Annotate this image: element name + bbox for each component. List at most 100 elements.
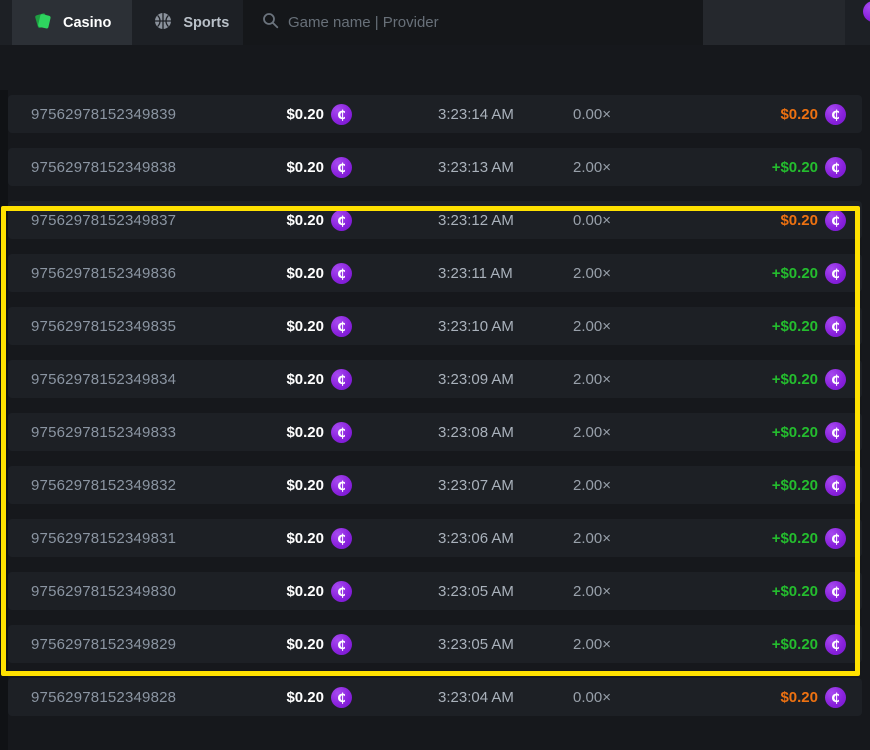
bet-amount: $0.20 ₵ [220,201,352,239]
bet-amount-value: $0.20 [286,636,324,653]
coin-icon: ₵ [331,157,352,178]
top-nav: Casino Sports ₵ [0,0,870,45]
bet-payout: +$0.20 ₵ [772,254,846,292]
bet-row[interactable]: 97562978152349837 $0.20 ₵ 3:23:12 AM 0.0… [8,201,862,239]
bet-amount-value: $0.20 [286,583,324,600]
bet-amount: $0.20 ₵ [220,254,352,292]
tab-sports[interactable]: Sports [132,0,250,45]
bet-amount: $0.20 ₵ [220,307,352,345]
bet-time: 3:23:09 AM [438,360,514,398]
bet-row[interactable]: 97562978152349831 $0.20 ₵ 3:23:06 AM 2.0… [8,519,862,557]
bet-time: 3:23:13 AM [438,148,514,186]
bet-multiplier: 2.00× [573,519,611,557]
bet-multiplier: 2.00× [573,413,611,451]
bet-row[interactable]: 97562978152349836 $0.20 ₵ 3:23:11 AM 2.0… [8,254,862,292]
bet-amount-value: $0.20 [286,265,324,282]
bet-row[interactable]: 97562978152349839 $0.20 ₵ 3:23:14 AM 0.0… [8,95,862,133]
bet-row[interactable]: 97562978152349833 $0.20 ₵ 3:23:08 AM 2.0… [8,413,862,451]
bet-amount-value: $0.20 [286,530,324,547]
bet-row[interactable]: 97562978152349838 $0.20 ₵ 3:23:13 AM 2.0… [8,148,862,186]
bet-amount: $0.20 ₵ [220,95,352,133]
coin-icon: ₵ [331,581,352,602]
coin-icon: ₵ [825,369,846,390]
bet-rows-container: 97562978152349839 $0.20 ₵ 3:23:14 AM 0.0… [0,95,870,716]
bet-payout-value: +$0.20 [772,265,818,282]
coin-icon: ₵ [825,581,846,602]
bet-row[interactable]: 97562978152349835 $0.20 ₵ 3:23:10 AM 2.0… [8,307,862,345]
coin-icon: ₵ [825,422,846,443]
bet-id: 97562978152349838 [31,148,176,186]
bet-amount-value: $0.20 [286,477,324,494]
coin-icon: ₵ [331,263,352,284]
bet-id: 97562978152349839 [31,95,176,133]
bet-payout: +$0.20 ₵ [772,307,846,345]
bet-row[interactable]: 97562978152349829 $0.20 ₵ 3:23:05 AM 2.0… [8,625,862,663]
bet-multiplier: 2.00× [573,360,611,398]
bet-time: 3:23:08 AM [438,413,514,451]
bet-id: 97562978152349836 [31,254,176,292]
bet-multiplier: 2.00× [573,307,611,345]
bet-payout: +$0.20 ₵ [772,413,846,451]
bet-amount: $0.20 ₵ [220,360,352,398]
coin-icon: ₵ [331,316,352,337]
bet-payout: $0.20 ₵ [780,201,846,239]
bet-multiplier: 0.00× [573,95,611,133]
coin-icon: ₵ [825,634,846,655]
bet-amount-value: $0.20 [286,689,324,706]
bet-time: 3:23:04 AM [438,678,514,716]
balance-coin-icon[interactable]: ₵ [863,1,870,22]
coin-icon: ₵ [331,104,352,125]
bet-id: 97562978152349835 [31,307,176,345]
bet-multiplier: 2.00× [573,466,611,504]
bet-row[interactable]: 97562978152349830 $0.20 ₵ 3:23:05 AM 2.0… [8,572,862,610]
bet-payout-value: +$0.20 [772,159,818,176]
coin-icon: ₵ [331,475,352,496]
bet-amount: $0.20 ₵ [220,625,352,663]
coin-icon: ₵ [825,316,846,337]
bet-row[interactable]: 97562978152349834 $0.20 ₵ 3:23:09 AM 2.0… [8,360,862,398]
bet-id: 97562978152349832 [31,466,176,504]
bet-id: 97562978152349834 [31,360,176,398]
bet-amount-value: $0.20 [286,371,324,388]
bet-time: 3:23:05 AM [438,625,514,663]
bet-id: 97562978152349833 [31,413,176,451]
bet-amount: $0.20 ₵ [220,466,352,504]
bet-multiplier: 2.00× [573,572,611,610]
bet-time: 3:23:05 AM [438,572,514,610]
bet-amount: $0.20 ₵ [220,413,352,451]
bet-amount-value: $0.20 [286,318,324,335]
bet-id: 97562978152349830 [31,572,176,610]
bet-amount: $0.20 ₵ [220,678,352,716]
coin-icon: ₵ [825,104,846,125]
bet-amount: $0.20 ₵ [220,148,352,186]
coin-icon: ₵ [331,528,352,549]
coin-icon: ₵ [331,422,352,443]
bet-row[interactable]: 97562978152349832 $0.20 ₵ 3:23:07 AM 2.0… [8,466,862,504]
bet-multiplier: 2.00× [573,254,611,292]
bet-payout-value: +$0.20 [772,371,818,388]
coin-icon: ₵ [825,475,846,496]
bet-payout: +$0.20 ₵ [772,466,846,504]
bet-id: 97562978152349837 [31,201,176,239]
search-bar[interactable] [243,0,703,45]
bet-amount-value: $0.20 [286,424,324,441]
bet-amount-value: $0.20 [286,106,324,123]
bet-multiplier: 0.00× [573,678,611,716]
bet-payout-value: +$0.20 [772,636,818,653]
coin-icon: ₵ [825,528,846,549]
coin-icon: ₵ [331,210,352,231]
bet-multiplier: 2.00× [573,148,611,186]
bet-payout: $0.20 ₵ [780,95,846,133]
tab-casino[interactable]: Casino [12,0,132,45]
bet-payout: +$0.20 ₵ [772,148,846,186]
bet-time: 3:23:10 AM [438,307,514,345]
bet-multiplier: 0.00× [573,201,611,239]
bet-payout-value: +$0.20 [772,318,818,335]
coin-icon: ₵ [825,157,846,178]
bet-payout: +$0.20 ₵ [772,625,846,663]
bet-row[interactable]: 97562978152349828 $0.20 ₵ 3:23:04 AM 0.0… [8,678,862,716]
tab-casino-label: Casino [63,15,111,31]
casino-cards-icon [33,11,53,35]
search-input[interactable] [288,14,703,31]
bet-amount: $0.20 ₵ [220,572,352,610]
